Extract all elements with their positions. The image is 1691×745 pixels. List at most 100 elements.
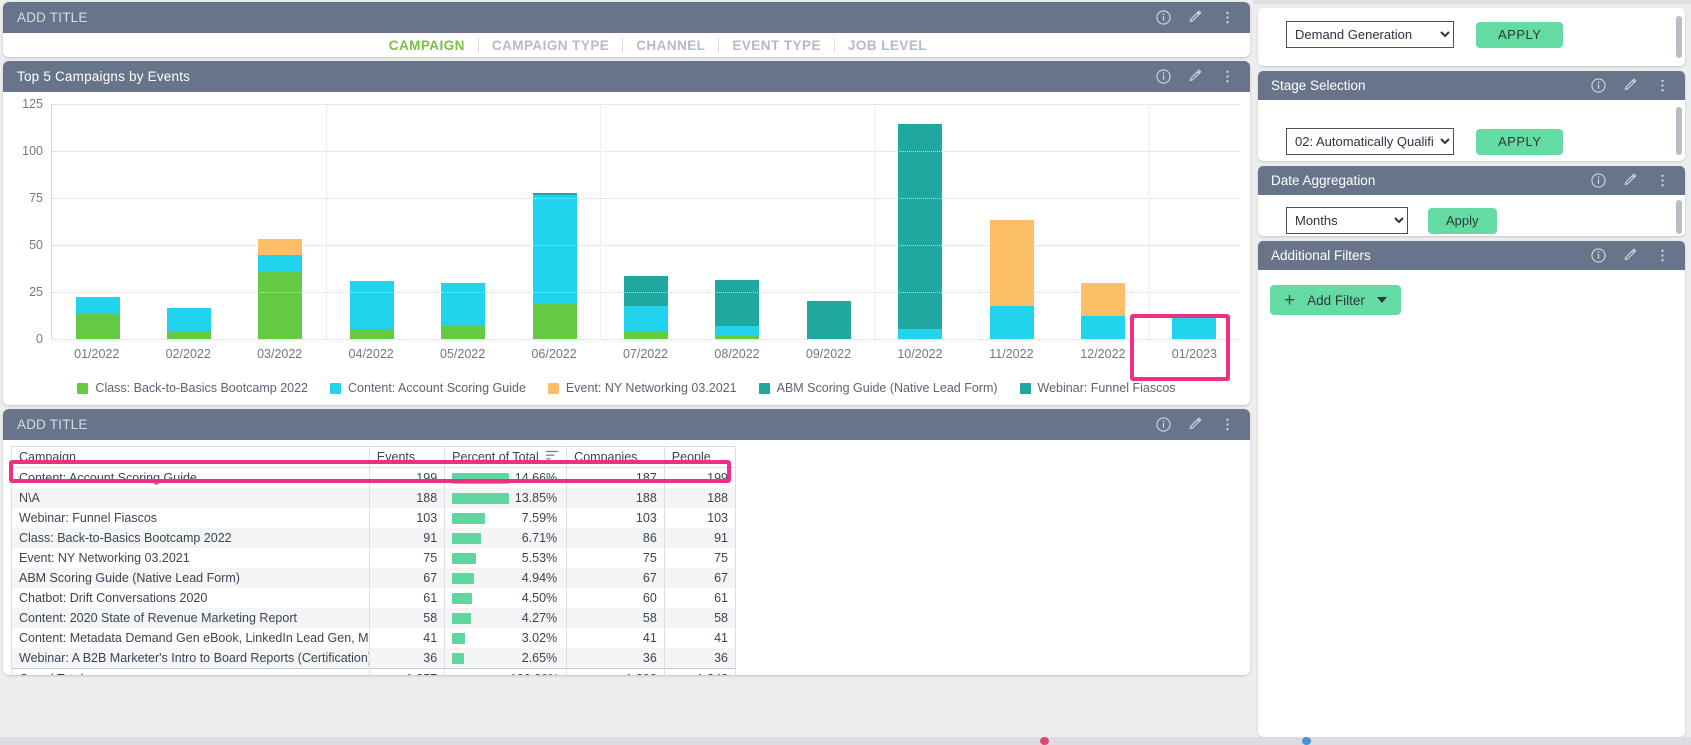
chart-bar-segment[interactable] bbox=[898, 123, 943, 134]
pencil-icon[interactable] bbox=[1621, 172, 1639, 190]
chart-bar-group[interactable] bbox=[326, 104, 417, 339]
chart-bar-segment[interactable] bbox=[989, 306, 1034, 339]
chart-bar-stack[interactable] bbox=[75, 296, 120, 339]
chart-bar-segment[interactable] bbox=[349, 281, 394, 330]
chart-bar-segment[interactable] bbox=[441, 325, 486, 339]
add-filter-button[interactable]: + Add Filter bbox=[1270, 285, 1401, 315]
table-row[interactable]: Content: 2020 State of Revenue Marketing… bbox=[11, 608, 737, 628]
chart-bar-group[interactable] bbox=[1057, 104, 1148, 339]
chevron-down-icon[interactable] bbox=[1376, 297, 1387, 303]
pencil-icon[interactable] bbox=[1186, 416, 1204, 434]
chart-bar-stack[interactable] bbox=[1172, 314, 1217, 339]
chart-bar-stack[interactable] bbox=[898, 123, 943, 339]
pencil-icon[interactable] bbox=[1186, 9, 1204, 27]
kebab-menu-icon[interactable] bbox=[1653, 172, 1671, 190]
chart-bar-stack[interactable] bbox=[167, 308, 212, 339]
chart-bar-stack[interactable] bbox=[715, 279, 760, 339]
panel-scrollbar[interactable] bbox=[1676, 107, 1682, 155]
col-campaign[interactable]: Campaign bbox=[11, 446, 370, 468]
chart-bar-group[interactable] bbox=[509, 104, 600, 339]
tab-channel[interactable]: CHANNEL bbox=[623, 37, 720, 53]
chart-bar-segment[interactable] bbox=[806, 300, 851, 339]
table-row[interactable]: Content: Account Scoring Guide 199 14.66% 1… bbox=[11, 467, 737, 488]
panel-scrollbar[interactable] bbox=[1676, 200, 1682, 234]
pencil-icon[interactable] bbox=[1621, 247, 1639, 265]
chart-bar-segment[interactable] bbox=[715, 279, 760, 326]
info-icon[interactable] bbox=[1154, 68, 1172, 86]
chart-bar-segment[interactable] bbox=[167, 308, 212, 332]
chart-bar-stack[interactable] bbox=[532, 193, 577, 339]
chart-bar-group[interactable] bbox=[875, 104, 966, 339]
chart-bar-group[interactable] bbox=[1149, 104, 1240, 339]
chart-bar-segment[interactable] bbox=[167, 331, 212, 339]
chart-bar-segment[interactable] bbox=[1080, 315, 1125, 339]
chart-bar-segment[interactable] bbox=[75, 314, 120, 339]
chart-bar-stack[interactable] bbox=[624, 275, 669, 339]
tab-event-type[interactable]: EVENT TYPE bbox=[719, 37, 835, 53]
info-icon[interactable] bbox=[1589, 77, 1607, 95]
info-icon[interactable] bbox=[1154, 416, 1172, 434]
chart-bar-segment[interactable] bbox=[624, 306, 669, 332]
kebab-menu-icon[interactable] bbox=[1218, 416, 1236, 434]
chart-bar-group[interactable] bbox=[600, 104, 691, 339]
chart-bar-segment[interactable] bbox=[75, 296, 120, 315]
table-row[interactable]: N\A 188 13.85% 188 188 bbox=[11, 488, 737, 508]
chart-bar-segment[interactable] bbox=[715, 325, 760, 336]
pencil-icon[interactable] bbox=[1621, 77, 1639, 95]
chart-bar-group[interactable] bbox=[235, 104, 326, 339]
chart-bar-segment[interactable] bbox=[898, 329, 943, 339]
chart-bar-group[interactable] bbox=[418, 104, 509, 339]
kebab-menu-icon[interactable] bbox=[1218, 9, 1236, 27]
table-row[interactable]: Class: Back-to-Basics Bootcamp 2022 91 6.7… bbox=[11, 528, 737, 548]
info-icon[interactable] bbox=[1589, 172, 1607, 190]
table-row[interactable]: Webinar: A B2B Marketer's Intro to Board… bbox=[11, 648, 737, 669]
legend-item[interactable]: Class: Back-to-Basics Bootcamp 2022 bbox=[77, 381, 308, 395]
campaign-type-select[interactable]: Demand Generation bbox=[1286, 21, 1454, 48]
col-people[interactable]: People bbox=[663, 446, 737, 468]
stage-selection-apply-button[interactable]: APPLY bbox=[1476, 128, 1564, 155]
chart-bar-segment[interactable] bbox=[1172, 314, 1217, 339]
table-row[interactable]: Event: NY Networking 03.2021 75 5.53% 75 75 bbox=[11, 548, 737, 568]
chart-bar-segment[interactable] bbox=[898, 133, 943, 330]
col-events[interactable]: Events bbox=[368, 446, 446, 468]
chart-bar-stack[interactable] bbox=[806, 300, 851, 339]
table-row[interactable]: Webinar: Funnel Fiascos 103 7.59% 103 103 bbox=[11, 508, 737, 528]
legend-item[interactable]: Webinar: Funnel Fiascos bbox=[1019, 381, 1176, 395]
table-row[interactable]: ABM Scoring Guide (Native Lead Form) 67 4.… bbox=[11, 568, 737, 588]
chart-bar-group[interactable] bbox=[966, 104, 1057, 339]
date-aggregation-select[interactable]: Months bbox=[1286, 207, 1408, 234]
chart-bar-segment[interactable] bbox=[258, 239, 303, 255]
chart-bar-segment[interactable] bbox=[532, 304, 577, 339]
legend-item[interactable]: Event: NY Networking 03.2021 bbox=[547, 381, 737, 395]
kebab-menu-icon[interactable] bbox=[1218, 68, 1236, 86]
table-row[interactable]: Chatbot: Drift Conversations 2020 61 4.50%… bbox=[11, 588, 737, 608]
legend-item[interactable]: ABM Scoring Guide (Native Lead Form) bbox=[758, 381, 998, 395]
info-icon[interactable] bbox=[1154, 9, 1172, 27]
chart-bar-group[interactable] bbox=[783, 104, 874, 339]
tab-campaign-type[interactable]: CAMPAIGN TYPE bbox=[479, 37, 624, 53]
kebab-menu-icon[interactable] bbox=[1653, 77, 1671, 95]
chart-bar-segment[interactable] bbox=[258, 271, 303, 339]
chart-bar-segment[interactable] bbox=[349, 329, 394, 339]
chart-bar-group[interactable] bbox=[692, 104, 783, 339]
legend-item[interactable]: Content: Account Scoring Guide bbox=[330, 381, 526, 395]
tab-campaign[interactable]: CAMPAIGN bbox=[376, 37, 479, 53]
chart-bar-segment[interactable] bbox=[989, 219, 1034, 307]
col-percent-of-total[interactable]: Percent of Total bbox=[444, 446, 568, 468]
chart-bar-segment[interactable] bbox=[1080, 283, 1125, 316]
table-row[interactable]: Content: Metadata Demand Gen eBook, Link… bbox=[11, 628, 737, 648]
pencil-icon[interactable] bbox=[1186, 68, 1204, 86]
chart-bar-segment[interactable] bbox=[624, 331, 669, 339]
chart-bar-group[interactable] bbox=[52, 104, 143, 339]
col-companies[interactable]: Companies bbox=[566, 446, 665, 468]
chart-bar-segment[interactable] bbox=[441, 283, 486, 326]
chart-bar-stack[interactable] bbox=[989, 219, 1034, 339]
sort-icon[interactable] bbox=[546, 450, 559, 464]
stage-selection-select[interactable]: 02: Automatically Qualified bbox=[1286, 128, 1454, 155]
kebab-menu-icon[interactable] bbox=[1653, 247, 1671, 265]
campaign-type-apply-button[interactable]: APPLY bbox=[1476, 21, 1564, 48]
chart-bar-segment[interactable] bbox=[532, 195, 577, 305]
date-aggregation-apply-button[interactable]: Apply bbox=[1428, 207, 1497, 234]
info-icon[interactable] bbox=[1589, 247, 1607, 265]
chart-bar-segment[interactable] bbox=[258, 254, 303, 272]
